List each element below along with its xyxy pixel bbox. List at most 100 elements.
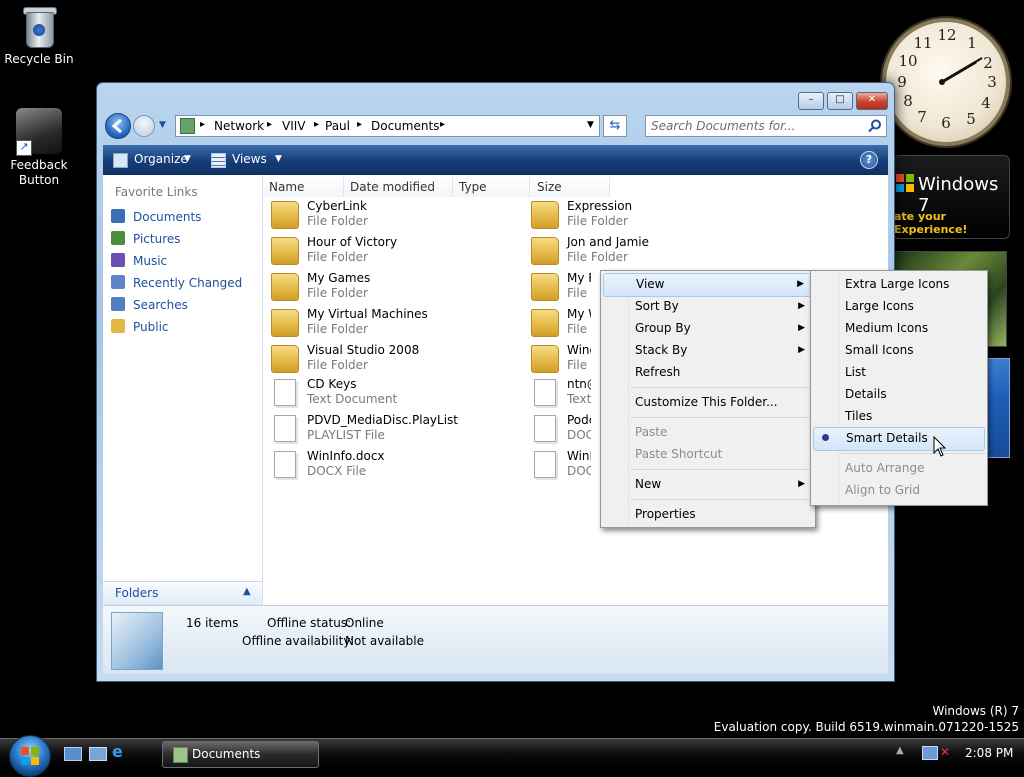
list-item[interactable]: My Re File Fo [531, 271, 591, 305]
text-document-icon [274, 379, 296, 406]
list-item[interactable]: Expression File Folder [531, 199, 731, 233]
menu-item-large-icons[interactable]: Large Icons [813, 295, 985, 317]
sidebar-item-public[interactable]: Public [111, 319, 169, 337]
list-item[interactable]: ntn@p Text D [531, 377, 591, 411]
menu-item-extra-large-icons[interactable]: Extra Large Icons [813, 273, 985, 295]
taskbar-button-documents[interactable]: Documents [162, 741, 319, 768]
sidebar-item-pictures[interactable]: Pictures [111, 231, 181, 249]
list-item[interactable]: PDVD_MediaDisc.PlayList PLAYLIST File [271, 413, 511, 447]
chevron-down-icon[interactable]: ▼ [184, 154, 191, 164]
recent-pages-dropdown-icon[interactable]: ▼ [159, 120, 166, 130]
menu-item-medium-icons[interactable]: Medium Icons [813, 317, 985, 339]
menu-item-smart-details[interactable]: Smart Details [813, 427, 985, 451]
file-name: My Re [567, 271, 591, 285]
list-item[interactable]: CyberLink File Folder [271, 199, 511, 233]
clock-gadget[interactable]: 12 1 2 3 4 5 6 7 8 9 10 11 [882, 18, 1010, 146]
menu-item-refresh[interactable]: Refresh [603, 361, 813, 383]
refresh-icon[interactable]: ⇆ [603, 115, 627, 137]
feedback-button-desktop-icon[interactable]: ↗ Feedback Button [0, 108, 78, 188]
close-button[interactable]: ✕ [856, 92, 888, 110]
breadcrumb-separator[interactable]: ▸ [314, 119, 319, 130]
sidebar-item-recently-changed[interactable]: Recently Changed [111, 275, 242, 293]
list-item[interactable]: CD Keys Text Document [271, 377, 511, 411]
menu-item-stack-by[interactable]: Stack By ▶ [603, 339, 813, 361]
breadcrumb-separator[interactable]: ▸ [440, 119, 445, 130]
view-submenu: Extra Large Icons Large Icons Medium Ico… [810, 270, 988, 506]
file-name: ntn@p [567, 377, 591, 391]
explorer-window-icon [173, 747, 188, 763]
column-header-name[interactable]: Name [263, 177, 344, 197]
forward-button[interactable] [133, 115, 155, 137]
menu-item-small-icons[interactable]: Small Icons [813, 339, 985, 361]
file-type: Text Document [307, 392, 398, 406]
show-hidden-icons-icon[interactable]: ▲ [896, 745, 904, 756]
minimize-button[interactable]: – [798, 92, 824, 110]
windows7-gadget[interactable]: Windows 7 ate your Experience! [893, 155, 1010, 239]
list-item[interactable]: WinInf DOCX [531, 449, 591, 483]
menu-item-customize-folder[interactable]: Customize This Folder... [603, 391, 813, 413]
mouse-cursor-icon [933, 436, 947, 457]
search-icon[interactable] [868, 119, 882, 133]
breadcrumb-separator[interactable]: ▸ [267, 119, 272, 130]
breadcrumb-documents[interactable]: Documents [371, 119, 439, 133]
menu-item-list[interactable]: List [813, 361, 985, 383]
file-type: DOCX [567, 428, 591, 442]
organize-button[interactable]: Organize [134, 152, 188, 166]
recycle-bin-desktop-icon[interactable]: Recycle Bin [0, 4, 78, 67]
switch-windows-icon[interactable] [89, 747, 107, 761]
list-item[interactable]: My Games File Folder [271, 271, 511, 305]
help-icon[interactable]: ? [860, 151, 878, 169]
breadcrumb-network[interactable]: Network [214, 119, 264, 133]
maximize-button[interactable]: □ [827, 92, 853, 110]
breadcrumb-paul[interactable]: Paul [325, 119, 350, 133]
chevron-down-icon[interactable]: ▼ [275, 154, 282, 164]
breadcrumb-separator: ▸ [200, 119, 206, 130]
sidebar-item-documents[interactable]: Documents [111, 209, 201, 227]
list-item[interactable]: WinInfo.docx DOCX File [271, 449, 511, 483]
show-desktop-icon[interactable] [64, 747, 82, 761]
breadcrumb-viiv[interactable]: VIIV [282, 119, 306, 133]
file-name: CD Keys [307, 377, 357, 391]
list-item[interactable]: Visual Studio 2008 File Folder [271, 343, 511, 377]
menu-item-details[interactable]: Details [813, 383, 985, 405]
menu-item-view[interactable]: View ▶ [603, 273, 813, 297]
menu-item-label: Refresh [635, 365, 681, 379]
file-name: Windo [567, 343, 591, 357]
chevron-up-icon[interactable]: ▲ [243, 586, 251, 597]
network-icon[interactable] [922, 746, 938, 760]
column-header-date-modified[interactable]: Date modified [344, 177, 453, 197]
menu-item-group-by[interactable]: Group By ▶ [603, 317, 813, 339]
list-item[interactable]: My Virtual Machines File Folder [271, 307, 511, 341]
menu-item-properties[interactable]: Properties [603, 503, 813, 525]
menu-item-auto-arrange: Auto Arrange [813, 457, 985, 479]
sidebar-item-searches[interactable]: Searches [111, 297, 188, 315]
list-item[interactable]: Hour of Victory File Folder [271, 235, 511, 269]
file-name: My We [567, 307, 591, 321]
internet-explorer-icon[interactable]: e [112, 744, 128, 760]
column-header-type[interactable]: Type [453, 177, 530, 197]
offline-availability-value: Not available [345, 634, 425, 648]
clock-time[interactable]: 2:08 PM [965, 746, 1013, 760]
views-button[interactable]: Views [232, 152, 267, 166]
menu-item-tiles[interactable]: Tiles [813, 405, 985, 427]
list-item[interactable]: Podca DOCX [531, 413, 591, 447]
start-button[interactable] [9, 735, 51, 777]
back-button[interactable] [105, 113, 131, 139]
column-header-size[interactable]: Size [531, 177, 610, 197]
volume-muted-icon[interactable]: ✕ [940, 745, 954, 759]
list-item[interactable]: Windo File Fo [531, 343, 591, 377]
list-item[interactable]: Jon and Jamie File Folder [531, 235, 731, 269]
file-type: File Folder [307, 250, 368, 264]
list-item[interactable]: My We File Fo [531, 307, 591, 341]
breadcrumb-separator[interactable]: ▸ [357, 119, 362, 130]
menu-item-label: Paste Shortcut [635, 447, 723, 461]
folders-toggle[interactable]: Folders ▲ [103, 581, 262, 606]
address-dropdown-icon[interactable]: ▼ [587, 120, 594, 130]
address-bar[interactable]: ▸ Network ▸ VIIV ▸ Paul ▸ Documents ▸ ▼ [175, 115, 600, 137]
sidebar-item-music[interactable]: Music [111, 253, 167, 271]
searches-icon [111, 297, 125, 311]
menu-item-new[interactable]: New ▶ [603, 473, 813, 495]
file-type: File Folder [307, 286, 368, 300]
menu-item-sort-by[interactable]: Sort By ▶ [603, 295, 813, 317]
search-input[interactable]: Search Documents for... [645, 115, 887, 137]
